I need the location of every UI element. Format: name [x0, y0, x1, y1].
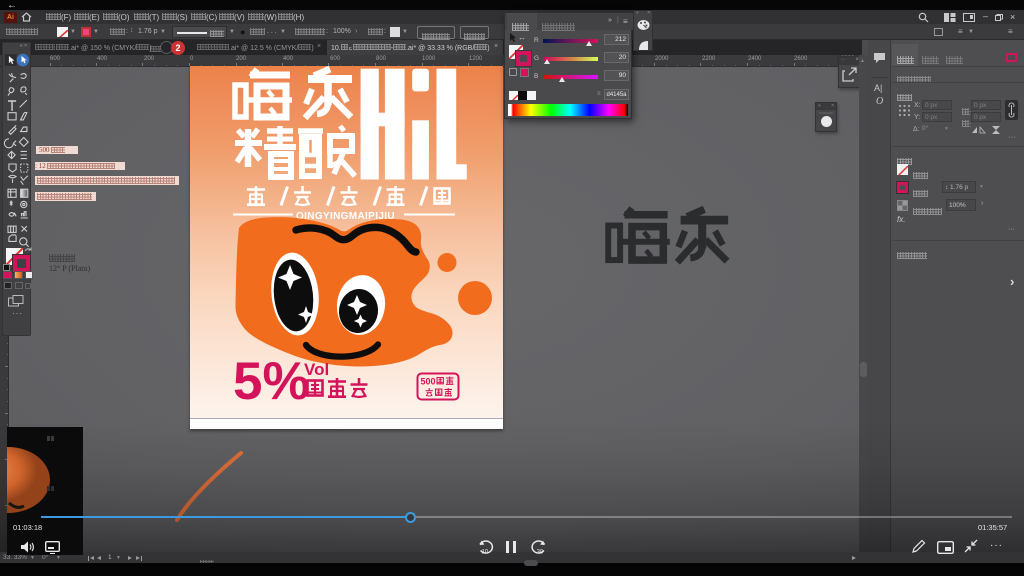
svg-text:30: 30 [537, 550, 544, 556]
svg-text:5%: 5% [233, 352, 310, 411]
svg-text:Vol: Vol [304, 360, 329, 379]
svg-text:10: 10 [482, 550, 489, 556]
svg-text:500: 500 [421, 377, 436, 387]
